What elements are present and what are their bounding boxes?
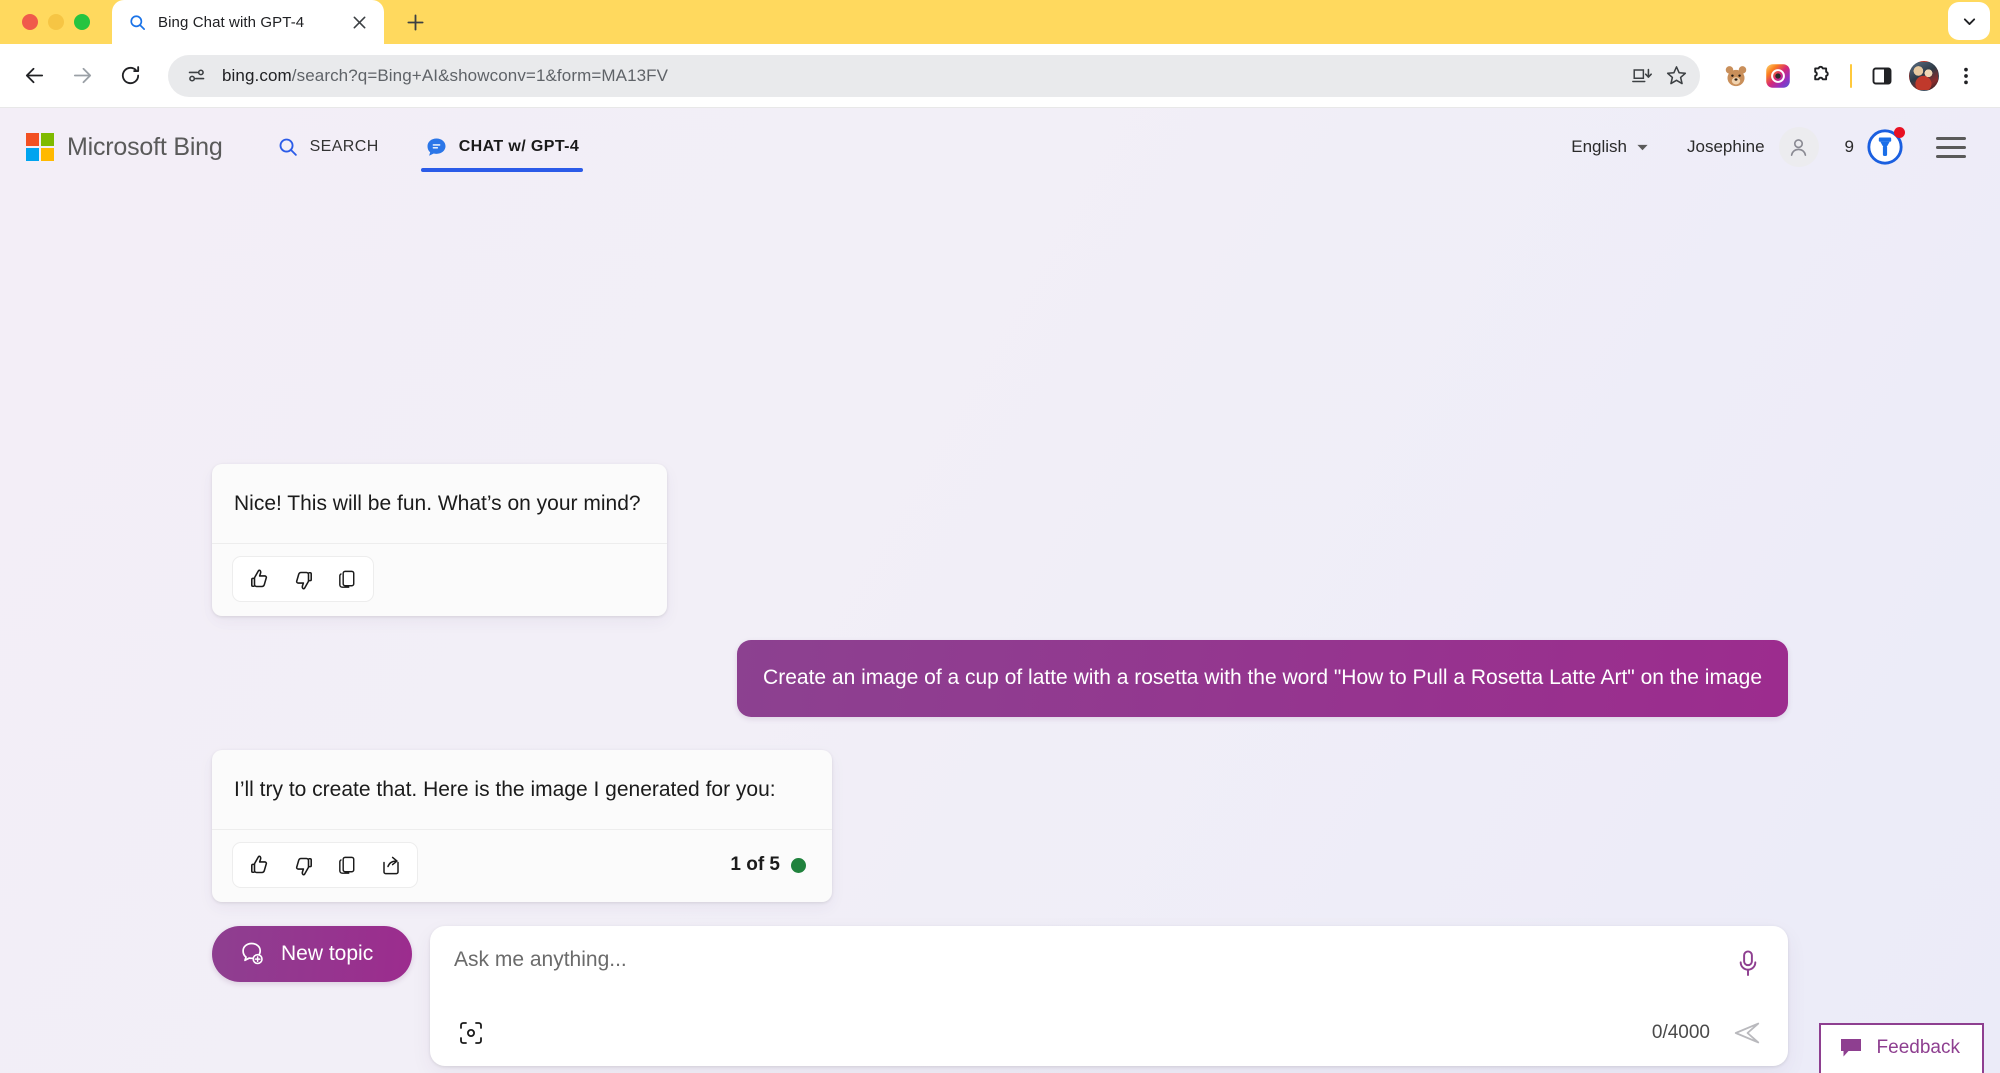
copy-icon[interactable]	[325, 846, 369, 884]
tab-title: Bing Chat with GPT-4	[158, 13, 305, 31]
nav-tab-search-label: SEARCH	[309, 138, 379, 155]
side-panel-icon[interactable]	[1862, 56, 1902, 96]
rewards-count: 9	[1844, 137, 1854, 156]
feedback-label: Feedback	[1876, 1037, 1960, 1058]
bot-message-1-text: Nice! This will be fun. What’s on your m…	[234, 492, 641, 515]
share-icon[interactable]	[369, 846, 413, 884]
rewards-button[interactable]: 9	[1844, 127, 1905, 166]
browser-window: Bing Chat with GPT-4 bing.com/search?q=B…	[0, 0, 2000, 1073]
tab-list-button[interactable]	[1948, 2, 1990, 40]
feedback-bubble-icon	[1839, 1037, 1863, 1059]
puzzle-extension-icon[interactable]	[1800, 56, 1840, 96]
user-account-button[interactable]	[1778, 127, 1819, 167]
feedback-icon-group	[232, 842, 418, 889]
page-content: Microsoft Bing SEARCH CHAT w/ GPT-4 Engl…	[0, 108, 2000, 1073]
address-bar-actions	[1626, 60, 1692, 92]
thumbs-down-icon[interactable]	[281, 560, 325, 598]
chat-input-right-actions: 0/4000	[1652, 1018, 1762, 1048]
reload-button[interactable]	[110, 56, 150, 96]
address-bar-url: bing.com/search?q=Bing+AI&showconv=1&for…	[212, 66, 1626, 86]
thumbs-up-icon[interactable]	[237, 560, 281, 598]
microsoft-logo-icon	[26, 133, 54, 161]
language-label: English	[1571, 137, 1628, 156]
bot-message-2: I’ll try to create that. Here is the ima…	[212, 750, 832, 903]
microphone-icon[interactable]	[1734, 948, 1764, 982]
rewards-medal-icon	[1866, 127, 1905, 166]
visual-search-icon[interactable]	[454, 1016, 488, 1050]
star-icon[interactable]	[1660, 60, 1692, 92]
message-row: I’ll try to create that. Here is the ima…	[0, 750, 2000, 903]
chat-input[interactable]: Ask me anything...	[454, 948, 1762, 972]
camera-extension-icon[interactable]	[1758, 56, 1798, 96]
reload-icon	[119, 64, 142, 87]
pager-text: 1 of 5	[730, 854, 780, 876]
message-row: Create an image of a cup of latte with a…	[0, 640, 2000, 718]
profile-avatar[interactable]	[1904, 56, 1944, 96]
chat-composer: New topic Ask me anything... 0/4000	[0, 926, 2000, 1067]
address-bar[interactable]: bing.com/search?q=Bing+AI&showconv=1&for…	[168, 54, 1700, 97]
forward-button[interactable]	[62, 56, 102, 96]
close-window-button[interactable]	[22, 14, 38, 30]
toolbar-divider	[1850, 63, 1852, 88]
new-topic-label: New topic	[281, 942, 374, 966]
nav-tab-chat[interactable]: CHAT w/ GPT-4	[420, 108, 584, 186]
toolbar-extensions	[1716, 56, 1986, 96]
new-chat-icon	[236, 939, 266, 969]
chat-input-container[interactable]: Ask me anything... 0/4000	[430, 926, 1788, 1067]
feedback-button[interactable]: Feedback	[1818, 1023, 1984, 1073]
tab-strip: Bing Chat with GPT-4	[0, 0, 2000, 44]
back-button[interactable]	[14, 56, 54, 96]
chat-input-footer: 0/4000	[454, 1016, 1762, 1066]
hamburger-menu-icon[interactable]	[1936, 136, 1966, 158]
copy-icon[interactable]	[325, 560, 369, 598]
bot-message-1: Nice! This will be fun. What’s on your m…	[212, 464, 667, 617]
window-controls	[0, 14, 90, 44]
bing-header-right: English Josephine 9	[1571, 127, 1966, 167]
new-tab-button[interactable]	[398, 5, 432, 39]
thumbs-down-icon[interactable]	[281, 846, 325, 884]
avatar	[1909, 60, 1939, 91]
bot-message-2-actions: 1 of 5	[212, 829, 832, 902]
nav-tab-chat-label: CHAT w/ GPT-4	[458, 138, 580, 155]
send-icon[interactable]	[1732, 1018, 1762, 1048]
microsoft-bing-logo[interactable]: Microsoft Bing	[26, 133, 223, 162]
minimize-window-button[interactable]	[48, 14, 64, 30]
chevron-down-icon	[1636, 141, 1649, 154]
bear-extension-icon[interactable]	[1716, 56, 1756, 96]
forward-arrow-icon	[71, 64, 94, 87]
status-dot	[791, 857, 806, 873]
bing-nav: SEARCH CHAT w/ GPT-4	[273, 108, 622, 186]
response-pager: 1 of 5	[730, 854, 812, 876]
url-path: /search?q=Bing+AI&showconv=1&form=MA13FV	[291, 65, 669, 85]
browser-toolbar: bing.com/search?q=Bing+AI&showconv=1&for…	[0, 44, 2000, 108]
three-dot-menu-icon[interactable]	[1946, 56, 1986, 96]
bot-message-2-text: I’ll try to create that. Here is the ima…	[234, 778, 776, 802]
nav-tab-search[interactable]: SEARCH	[273, 108, 383, 186]
back-arrow-icon	[23, 64, 46, 87]
feedback-icon-group	[232, 556, 374, 603]
thumbs-up-icon[interactable]	[237, 846, 281, 884]
character-count: 0/4000	[1651, 1022, 1710, 1044]
bing-header: Microsoft Bing SEARCH CHAT w/ GPT-4 Engl…	[0, 108, 2000, 186]
magnifier-icon	[277, 136, 299, 158]
page-settings-icon[interactable]	[180, 60, 212, 92]
new-topic-button[interactable]: New topic	[212, 926, 412, 983]
language-selector[interactable]: English	[1571, 137, 1649, 157]
message-row: Nice! This will be fun. What’s on your m…	[0, 464, 2000, 617]
maximize-window-button[interactable]	[74, 14, 90, 30]
bot-message-1-actions	[212, 543, 667, 616]
search-icon	[128, 13, 147, 32]
browser-tab[interactable]: Bing Chat with GPT-4	[112, 0, 384, 44]
url-domain: bing.com	[222, 65, 292, 85]
user-message-1: Create an image of a cup of latte with a…	[737, 640, 1788, 718]
user-name: Josephine	[1687, 137, 1765, 156]
person-icon	[1787, 136, 1810, 159]
chat-bubble-icon	[425, 136, 448, 159]
chat-conversation: Nice! This will be fun. What’s on your m…	[0, 464, 2000, 1067]
bing-logo-text: Microsoft Bing	[67, 132, 223, 161]
chevron-down-icon	[1961, 13, 1978, 30]
close-icon[interactable]	[348, 11, 370, 33]
install-icon[interactable]	[1626, 60, 1658, 92]
notification-dot	[1894, 127, 1905, 138]
